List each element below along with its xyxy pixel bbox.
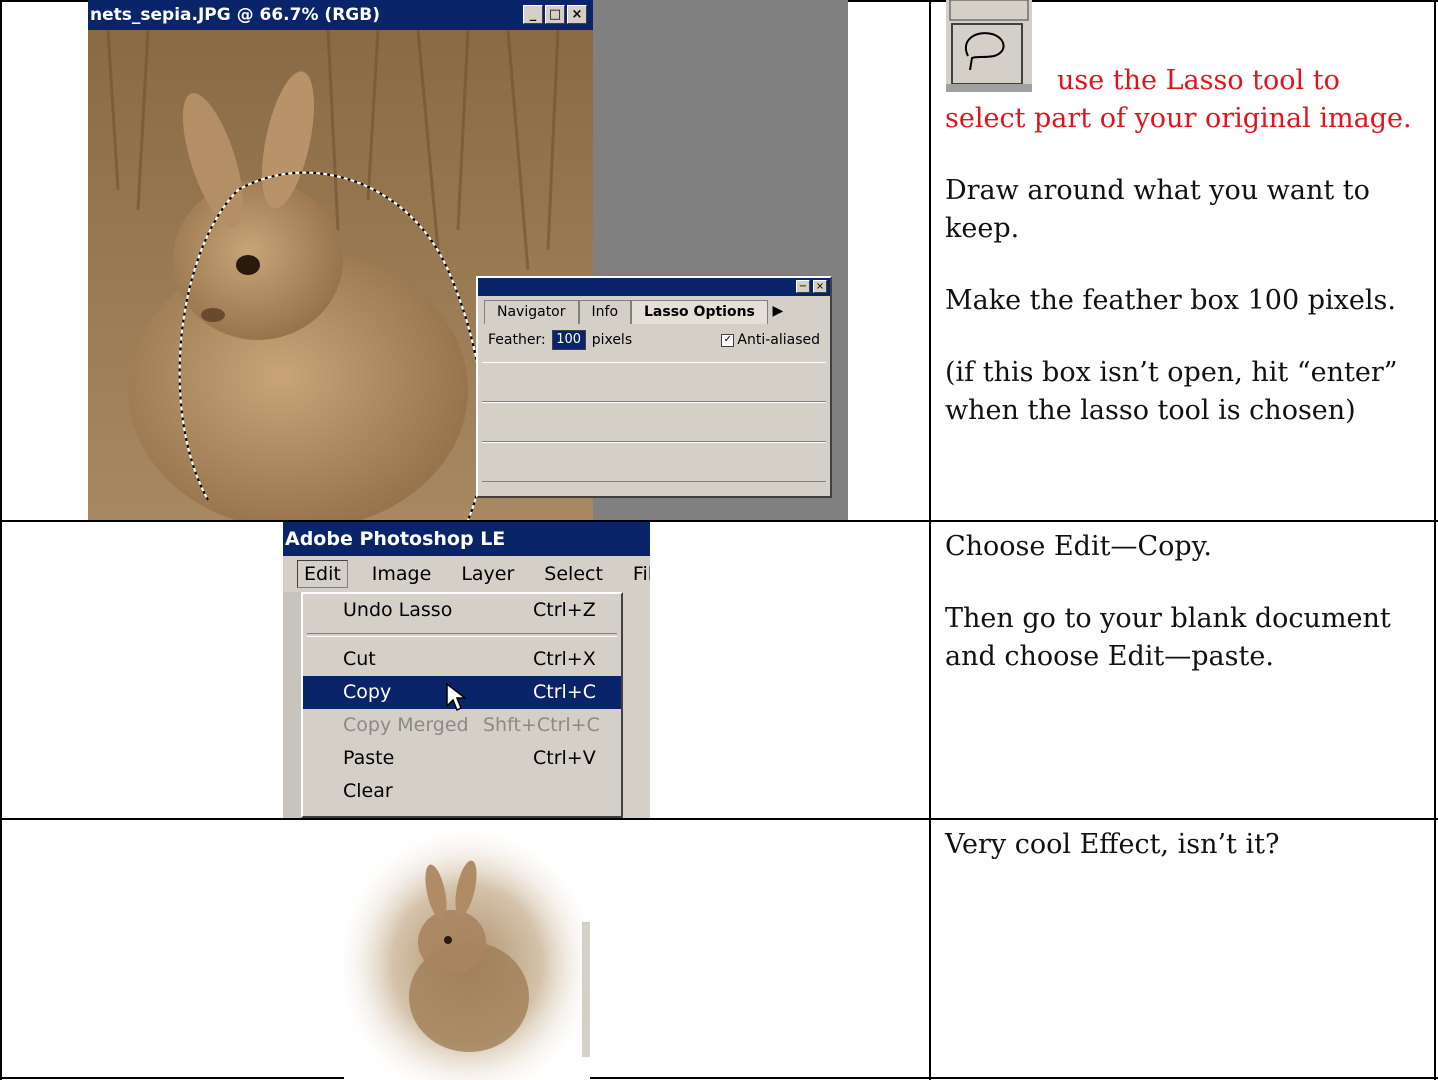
panel-menu-arrow-icon[interactable]: ▶ — [768, 300, 788, 324]
toolbox-strip — [283, 592, 301, 818]
edit-menu-screenshot: Adobe Photoshop LE Edit Image Layer Sele… — [283, 522, 650, 818]
menu-item-label: Clear — [343, 780, 393, 802]
menu-item-label: Undo Lasso — [343, 599, 453, 621]
feather-unit: pixels — [591, 332, 633, 348]
feathered-result-image — [344, 822, 590, 1080]
panel-title-bar: − × — [478, 278, 830, 296]
panel-minimize-button[interactable]: − — [796, 280, 810, 293]
menu-item-shortcut: Ctrl+Z — [533, 599, 596, 621]
menu-edit[interactable]: Edit — [297, 560, 348, 588]
menu-item-shortcut: Ctrl+C — [533, 681, 596, 703]
table-border-right — [1434, 0, 1436, 1080]
panel-row — [482, 402, 826, 442]
anti-aliased-checkbox[interactable]: ✓ — [721, 333, 735, 347]
edit-dropdown: Undo Lasso Ctrl+Z Cut Ctrl+X Copy Ctrl+C… — [301, 592, 623, 818]
tab-info[interactable]: Info — [578, 300, 632, 324]
table-column-divider — [929, 0, 931, 1080]
instruction-cool-effect: Very cool Effect, isn’t it? — [945, 829, 1280, 860]
menu-layer[interactable]: Layer — [455, 561, 520, 587]
menu-item-copy[interactable]: Copy Ctrl+C — [303, 676, 621, 712]
menu-item-clear[interactable]: Clear — [303, 775, 621, 808]
instruction-enter-hint: (if this box isn’t open, hit “enter” whe… — [945, 357, 1398, 426]
lasso-screenshot: nets_sepia.JPG @ 66.7% (RGB) _ □ × − × N… — [88, 0, 848, 520]
table-row-divider-2 — [0, 818, 1438, 820]
panel-row — [482, 362, 826, 402]
feather-input[interactable]: 100 — [551, 330, 586, 350]
menu-item-shortcut: Ctrl+V — [533, 747, 596, 769]
menu-item-shortcut: Ctrl+X — [533, 648, 596, 670]
table-border-bottom — [0, 1077, 1438, 1079]
table-row-divider-1 — [0, 520, 1438, 522]
mouse-cursor-icon — [446, 682, 467, 712]
instruction-feather: Make the feather box 100 pixels. — [945, 285, 1396, 316]
menu-item-undo-lasso[interactable]: Undo Lasso Ctrl+Z — [303, 594, 621, 627]
menu-item-paste[interactable]: Paste Ctrl+V — [303, 742, 621, 775]
menu-select[interactable]: Select — [538, 561, 609, 587]
instruction-copy: Choose Edit—Copy. — [945, 531, 1212, 562]
tab-lasso-options[interactable]: Lasso Options — [631, 300, 768, 324]
tab-navigator[interactable]: Navigator — [484, 300, 579, 324]
lasso-instruction-highlight: use the Lasso tool to select part of you… — [945, 65, 1412, 134]
menu-item-copy-merged: Copy Merged Shft+Ctrl+C — [303, 709, 621, 742]
minimize-button[interactable]: _ — [523, 5, 543, 24]
row3-instructions: Very cool Effect, isn’t it? — [945, 826, 1425, 898]
app-title-bar: Adobe Photoshop LE — [283, 522, 650, 556]
instruction-paste: Then go to your blank document and choos… — [945, 603, 1391, 672]
row2-instructions: Choose Edit—Copy. Then go to your blank … — [945, 528, 1425, 710]
menu-image[interactable]: Image — [366, 561, 438, 587]
panel-tabs: Navigator Info Lasso Options ▶ — [484, 300, 830, 324]
feather-row: Feather: 100 pixels ✓ Anti-aliased — [478, 324, 830, 356]
document-title: nets_sepia.JPG @ 66.7% (RGB) — [90, 5, 380, 25]
instruction-draw-around: Draw around what you want to keep. — [945, 175, 1370, 244]
document-title-bar: nets_sepia.JPG @ 66.7% (RGB) _ □ × — [88, 0, 593, 30]
panel-close-button[interactable]: × — [813, 280, 827, 293]
menubar: Edit Image Layer Select Filter — [283, 556, 650, 592]
menu-item-label: Cut — [343, 648, 376, 670]
menu-item-cut[interactable]: Cut Ctrl+X — [303, 643, 621, 676]
row1-instructions: use the Lasso tool to select part of you… — [945, 62, 1425, 464]
menu-item-label: Paste — [343, 747, 395, 769]
feather-label: Feather: — [488, 332, 546, 348]
menu-separator — [307, 633, 617, 637]
lasso-options-panel: − × Navigator Info Lasso Options ▶ Feath… — [476, 276, 832, 498]
anti-aliased-option[interactable]: ✓ Anti-aliased — [721, 332, 820, 348]
panel-row — [482, 442, 826, 482]
close-button[interactable]: × — [567, 5, 587, 24]
panel-empty-rows — [482, 362, 826, 482]
menu-item-label: Copy — [343, 681, 392, 703]
menu-item-shortcut: Shft+Ctrl+C — [483, 714, 600, 736]
menu-item-label: Copy Merged — [343, 714, 469, 736]
menu-filter[interactable]: Filter — [627, 561, 650, 587]
anti-aliased-label: Anti-aliased — [737, 332, 820, 348]
maximize-button[interactable]: □ — [545, 5, 565, 24]
table-border-left — [0, 0, 2, 1080]
